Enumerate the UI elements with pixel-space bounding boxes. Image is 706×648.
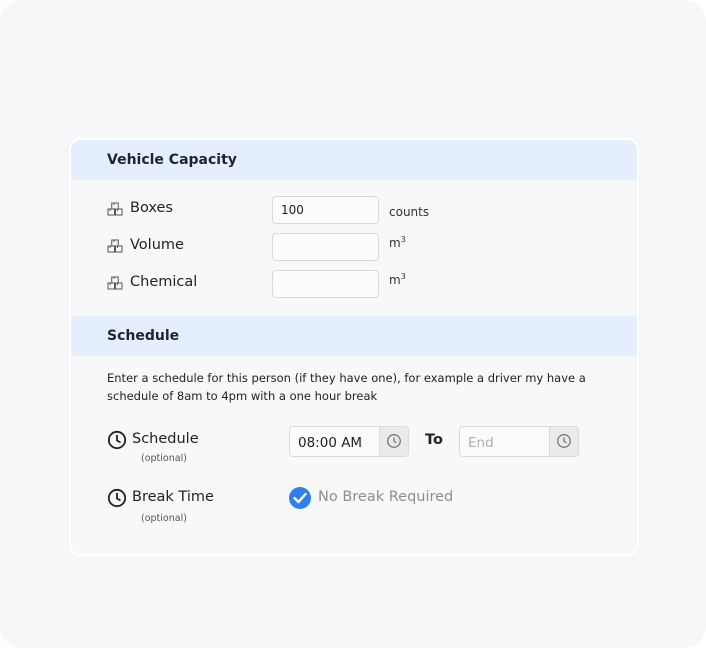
settings-card: Vehicle Capacity Boxes counts Volume m3 (69, 138, 639, 556)
capacity-label-volume: Volume (130, 237, 184, 253)
volume-input[interactable] (272, 233, 379, 261)
clock-icon (107, 488, 127, 508)
end-time-placeholder: End (468, 435, 494, 451)
clock-icon (107, 430, 127, 450)
boxes-icon (107, 276, 123, 290)
boxes-unit: counts (389, 205, 430, 219)
capacity-row-volume: Volume m3 (107, 233, 607, 263)
boxes-icon (107, 239, 123, 253)
chemical-unit: m3 (389, 272, 406, 287)
boxes-input[interactable] (272, 196, 379, 224)
break-time-label: Break Time (132, 489, 214, 505)
vehicle-capacity-title: Vehicle Capacity (107, 152, 237, 168)
boxes-icon (107, 202, 123, 216)
schedule-title: Schedule (107, 328, 180, 344)
schedule-label: Schedule (132, 431, 199, 447)
start-time-value: 08:00 AM (298, 435, 363, 451)
schedule-header: Schedule (71, 316, 637, 356)
start-time-picker[interactable]: 08:00 AM (289, 426, 409, 457)
clock-icon (387, 434, 401, 448)
capacity-label-boxes: Boxes (130, 200, 173, 216)
schedule-description: Enter a schedule for this person (if the… (107, 371, 586, 403)
break-optional-hint: (optional) (141, 513, 187, 524)
checkmark-icon (293, 492, 307, 504)
no-break-label[interactable]: No Break Required (318, 489, 453, 505)
schedule-optional-hint: (optional) (141, 453, 187, 464)
start-time-clock-button[interactable] (379, 427, 408, 456)
to-label: To (425, 432, 443, 448)
end-time-picker[interactable]: End (459, 426, 579, 457)
app-frame: Vehicle Capacity Boxes counts Volume m3 (0, 0, 706, 648)
no-break-checkbox[interactable] (289, 487, 311, 509)
vehicle-capacity-header: Vehicle Capacity (71, 140, 637, 180)
capacity-row-boxes: Boxes counts (107, 196, 607, 226)
volume-unit: m3 (389, 235, 406, 250)
chemical-input[interactable] (272, 270, 379, 298)
capacity-row-chemical: Chemical m3 (107, 270, 607, 300)
end-time-clock-button[interactable] (549, 427, 578, 456)
capacity-label-chemical: Chemical (130, 274, 198, 290)
clock-icon (557, 434, 571, 448)
